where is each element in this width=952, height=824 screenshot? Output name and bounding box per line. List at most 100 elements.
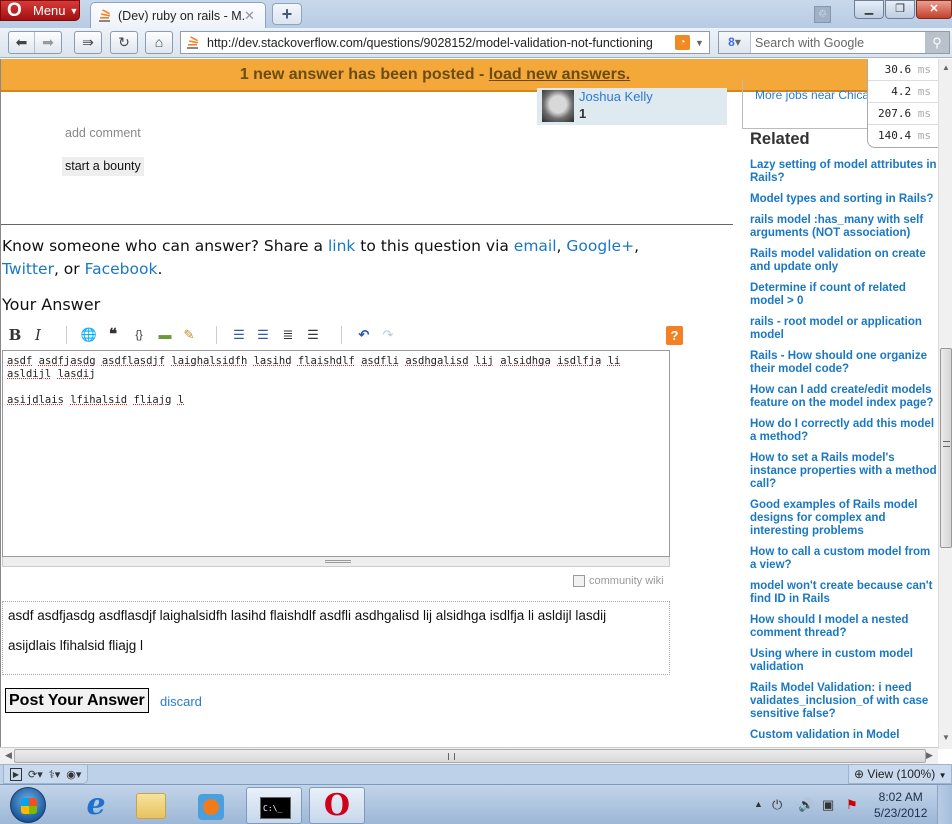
- user-name-link[interactable]: Joshua Kelly: [579, 89, 653, 104]
- scroll-down-icon[interactable]: ▼: [942, 733, 950, 742]
- vertical-scroll-thumb[interactable]: [940, 348, 952, 548]
- show-desktop-button[interactable]: [937, 785, 952, 824]
- taskbar-media-player[interactable]: [182, 787, 238, 824]
- community-wiki-checkbox[interactable]: [573, 575, 585, 587]
- profiler-row[interactable]: 30.6 ms: [868, 59, 938, 81]
- share-googleplus-link[interactable]: Google+: [566, 237, 634, 255]
- opera-menu-button[interactable]: O Menu ▼: [0, 0, 80, 21]
- profiler-row[interactable]: 140.4 ms: [868, 125, 938, 147]
- action-center-flag-icon[interactable]: ⚑: [846, 797, 858, 813]
- avatar[interactable]: [542, 90, 574, 122]
- reload-icon[interactable]: ↻: [111, 32, 137, 53]
- share-email-link[interactable]: email: [514, 237, 557, 255]
- editor-resize-grip[interactable]: [2, 557, 670, 567]
- post-answer-button[interactable]: Post Your Answer: [5, 688, 149, 713]
- fast-forward-icon[interactable]: ⇛: [75, 32, 101, 53]
- taskbar-file-explorer[interactable]: [122, 787, 178, 824]
- related-question-link[interactable]: How to set a Rails model's instance prop…: [750, 452, 938, 491]
- related-question-link[interactable]: model won't create because can't find ID…: [750, 580, 938, 606]
- volume-icon[interactable]: 🔊: [798, 797, 814, 813]
- profiler-row[interactable]: 4.2 ms: [868, 81, 938, 103]
- start-button[interactable]: [10, 787, 46, 823]
- restore-button[interactable]: ❐: [885, 0, 915, 19]
- related-question-link[interactable]: Determine if count of related model > 0: [750, 282, 938, 308]
- unite-icon[interactable]: ⚕▾: [49, 768, 60, 781]
- taskbar-internet-explorer[interactable]: e: [68, 787, 124, 824]
- related-question-link[interactable]: Rails - How should one organize their mo…: [750, 350, 938, 376]
- taskbar-command-prompt[interactable]: C:\_: [246, 787, 302, 824]
- new-answer-notification[interactable]: 1 new answer has been posted - load new …: [1, 59, 869, 92]
- address-bar[interactable]: http://dev.stackoverflow.com/questions/9…: [180, 31, 710, 54]
- related-question-link[interactable]: rails - root model or application model: [750, 316, 938, 342]
- panel-toggle-icon[interactable]: ▶: [10, 767, 22, 781]
- bulleted-list-icon[interactable]: ☰: [253, 325, 273, 345]
- redo-icon[interactable]: ↷: [378, 325, 398, 345]
- address-dropdown-icon[interactable]: ▼: [695, 38, 709, 48]
- related-question-link[interactable]: Using where in custom model validation: [750, 648, 938, 674]
- horizontal-scrollbar[interactable]: ◀ ▶: [0, 747, 938, 764]
- horizontal-rule-icon[interactable]: ☰: [303, 325, 323, 345]
- ordered-list-icon[interactable]: ☰: [229, 325, 249, 345]
- turbo-icon[interactable]: ◉▾: [66, 768, 81, 781]
- google-search-engine-icon[interactable]: 8▾: [719, 32, 751, 53]
- url-text[interactable]: http://dev.stackoverflow.com/questions/9…: [207, 36, 675, 50]
- share-facebook-link[interactable]: Facebook: [85, 260, 158, 278]
- heading-icon[interactable]: ≣: [278, 325, 298, 345]
- related-question-link[interactable]: How should I model a nested comment thre…: [750, 614, 938, 640]
- vertical-scrollbar[interactable]: ▲ ▼: [938, 59, 952, 749]
- rss-feed-icon[interactable]: ◔: [675, 35, 690, 50]
- link-icon[interactable]: 🌐: [79, 325, 99, 345]
- forward-arrow-icon[interactable]: ➡: [35, 32, 61, 53]
- clock[interactable]: 8:02 AM 5/23/2012: [874, 789, 927, 821]
- scroll-left-icon[interactable]: ◀: [5, 750, 12, 761]
- related-question-link[interactable]: Custom validation in Model: [750, 729, 938, 742]
- show-hidden-icons-icon[interactable]: ▲: [754, 799, 763, 809]
- close-tab-icon[interactable]: ✕: [244, 8, 260, 24]
- close-window-button[interactable]: ✕: [916, 0, 952, 19]
- browser-tab-active[interactable]: (Dev) ruby on rails - M... ✕: [90, 2, 266, 28]
- editor-help-button[interactable]: ?: [666, 326, 683, 345]
- search-bar[interactable]: 8▾ Search with Google ⚲: [718, 31, 950, 54]
- back-arrow-icon[interactable]: ⬅: [9, 32, 35, 53]
- sync-icon[interactable]: ⟳▾: [28, 768, 43, 781]
- scroll-right-icon[interactable]: ▶: [926, 750, 933, 761]
- new-tab-button[interactable]: +: [272, 3, 302, 25]
- taskbar-opera[interactable]: O: [309, 787, 365, 824]
- related-question-link[interactable]: How to call a custom model from a view?: [750, 546, 938, 572]
- power-icon[interactable]: ⏻: [772, 797, 782, 813]
- related-question-link[interactable]: Rails model validation on create and upd…: [750, 248, 938, 274]
- related-question-link[interactable]: Lazy setting of model attributes in Rail…: [750, 159, 938, 185]
- related-question-link[interactable]: Rails Model Validation: i need validates…: [750, 682, 938, 721]
- related-question-link[interactable]: How can I add create/edit models feature…: [750, 384, 938, 410]
- mini-profiler[interactable]: 30.6 ms 4.2 ms 207.6 ms 140.4 ms: [867, 59, 938, 148]
- related-question-link[interactable]: Model types and sorting in Rails?: [750, 193, 938, 206]
- search-icon[interactable]: ⚲: [925, 32, 949, 53]
- image-icon[interactable]: ▬: [155, 325, 175, 345]
- share-link-link[interactable]: link: [328, 237, 355, 255]
- add-comment-link[interactable]: add comment: [65, 126, 141, 140]
- code-icon[interactable]: {}: [129, 325, 149, 345]
- scroll-up-icon[interactable]: ▲: [942, 63, 950, 72]
- zoom-control[interactable]: ⊕ View (100%) ▼: [848, 765, 952, 784]
- related-question-link[interactable]: Good examples of Rails model designs for…: [750, 499, 938, 538]
- related-question-link[interactable]: How do I correctly add this model a meth…: [750, 418, 938, 444]
- load-new-answers-link[interactable]: load new answers.: [489, 66, 630, 83]
- start-bounty-link[interactable]: start a bounty: [62, 157, 144, 176]
- snippet-icon[interactable]: ✎: [179, 325, 199, 345]
- community-wiki-option[interactable]: community wiki: [573, 575, 664, 587]
- network-icon[interactable]: ▣: [822, 797, 834, 813]
- horizontal-scroll-thumb[interactable]: [14, 749, 926, 763]
- trash-icon[interactable]: ♲: [814, 6, 831, 23]
- discard-link[interactable]: discard: [160, 694, 202, 709]
- search-input[interactable]: Search with Google: [751, 36, 925, 50]
- answer-editor-textarea[interactable]: asdf asdfjasdg asdflasdjf laighalsidfh l…: [2, 350, 670, 557]
- share-twitter-link[interactable]: Twitter: [2, 260, 54, 278]
- undo-icon[interactable]: ↶: [354, 325, 374, 345]
- italic-icon[interactable]: I: [28, 325, 48, 345]
- related-question-link[interactable]: rails model :has_many with self argument…: [750, 214, 938, 240]
- bold-icon[interactable]: B: [5, 325, 25, 345]
- minimize-button[interactable]: ▁: [854, 0, 884, 19]
- home-icon[interactable]: ⌂: [146, 32, 172, 53]
- blockquote-icon[interactable]: ❝: [103, 325, 123, 345]
- profiler-row[interactable]: 207.6 ms: [868, 103, 938, 125]
